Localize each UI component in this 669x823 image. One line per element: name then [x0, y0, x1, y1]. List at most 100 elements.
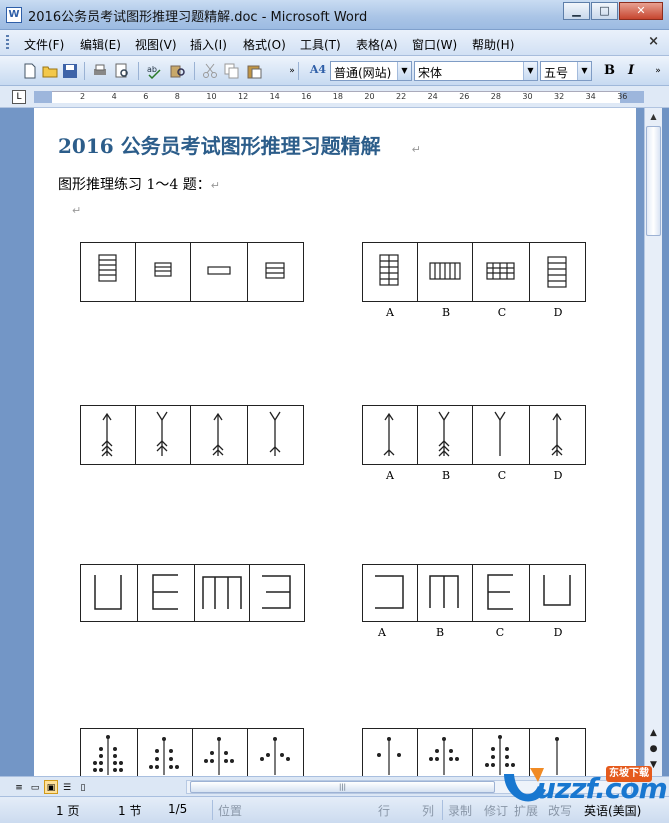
puzzle-figure	[80, 728, 138, 776]
menu-format[interactable]: 格式(O)	[243, 36, 286, 53]
paragraph-mark: ↵	[72, 204, 82, 217]
style-value: 普通(网站)	[334, 66, 392, 80]
menu-grip[interactable]	[6, 35, 9, 51]
option-figure	[362, 242, 418, 302]
font-size-value: 五号	[544, 66, 569, 80]
research-icon[interactable]	[170, 63, 186, 79]
puzzle-figure	[247, 242, 304, 302]
print-layout-view-icon[interactable]: ▣	[44, 780, 58, 794]
chevron-down-icon[interactable]: ▼	[577, 62, 591, 80]
open-folder-icon[interactable]	[42, 63, 58, 79]
option-figure	[472, 242, 530, 302]
title-bar[interactable]: W 2016公务员考试图形推理习题精解.doc - Microsoft Word…	[0, 0, 669, 30]
right-frame	[636, 108, 644, 776]
menu-view[interactable]: 视图(V)	[135, 36, 177, 53]
vertical-scroll-thumb[interactable]	[646, 126, 661, 236]
previous-page-icon[interactable]: ▲	[645, 728, 662, 738]
option-figure	[472, 405, 530, 465]
ruler-tick-label: 32	[554, 92, 565, 101]
spelling-icon[interactable]: ab	[146, 63, 162, 80]
option-label-b: B	[435, 626, 445, 639]
ruler-tick-label: 26	[459, 92, 470, 101]
new-document-icon[interactable]	[22, 63, 38, 79]
menu-help[interactable]: 帮助(H)	[472, 36, 514, 53]
menu-edit[interactable]: 编辑(E)	[80, 36, 121, 53]
paste-icon[interactable]	[246, 63, 262, 79]
web-view-icon[interactable]: ▭	[28, 780, 42, 794]
svg-text:ab: ab	[147, 65, 157, 74]
menu-tools[interactable]: 工具(T)	[300, 36, 341, 53]
ruler-tick-label: 8	[174, 92, 180, 101]
italic-button[interactable]: I	[628, 63, 634, 78]
horizontal-scroll-thumb[interactable]: |||	[190, 781, 495, 793]
option-figure	[362, 405, 418, 465]
browse-object-icon[interactable]: ●	[645, 744, 662, 754]
word-app-icon[interactable]: W	[6, 7, 22, 23]
puzzle-figure	[190, 242, 248, 302]
copy-icon[interactable]	[224, 63, 240, 79]
chevron-down-icon[interactable]: ▼	[397, 62, 411, 80]
toolbar-overflow-icon[interactable]: »	[650, 63, 666, 79]
status-section: 1 节	[118, 804, 142, 818]
print-preview-icon[interactable]	[114, 63, 130, 79]
outline-view-icon[interactable]: ☰	[60, 780, 74, 794]
option-figure	[362, 564, 418, 622]
reading-view-icon[interactable]: ▯	[76, 780, 90, 794]
tab-selector[interactable]: L	[12, 90, 26, 104]
document-title-text: 2016 公务员考试图形推理习题精解	[58, 134, 381, 158]
option-figure	[417, 564, 473, 622]
cut-icon[interactable]	[202, 63, 218, 79]
ruler-tick-label: 10	[206, 92, 217, 101]
puzzle-figure	[194, 564, 250, 622]
maximize-button[interactable]: □	[591, 2, 618, 20]
option-label-a: A	[378, 626, 386, 639]
bold-button[interactable]: B	[604, 63, 615, 78]
menu-table[interactable]: 表格(A)	[356, 36, 398, 53]
close-document-button[interactable]: ×	[648, 34, 659, 49]
normal-view-icon[interactable]: ≡	[12, 780, 26, 794]
font-dropdown[interactable]: 宋体 ▼	[414, 61, 538, 81]
paragraph-mark: ↵	[411, 143, 421, 156]
ruler-tick-label: 20	[364, 92, 375, 101]
document-page[interactable]: 2016 公务员考试图形推理习题精解 ↵ 图形推理练习 1～4 题：↵ ↵ A …	[34, 108, 636, 776]
horizontal-ruler[interactable]: L 2 4 6 8 10 12 14 16 18 20 22 24 26 28 30 32 34 36	[0, 86, 669, 108]
vertical-scrollbar[interactable]: ▲ ▲ ● ▼	[644, 108, 662, 776]
ruler-tick-label: 4	[111, 92, 117, 101]
close-button[interactable]: ✕	[619, 2, 663, 20]
toolbar: ab » A4 普通(网站) ▼ 宋体 ▼ 五号 ▼ B I »	[0, 56, 669, 86]
puzzle-figure	[137, 728, 193, 776]
status-divider	[212, 800, 213, 820]
save-icon[interactable]	[62, 63, 78, 79]
styles-formatting-icon[interactable]: A4	[306, 63, 330, 79]
option-figure	[529, 405, 586, 465]
puzzle-figure	[135, 405, 191, 465]
option-label-d: D	[553, 306, 563, 319]
document-title: 2016 公务员考试图形推理习题精解 ↵	[58, 130, 421, 159]
toolbar-separator	[298, 62, 299, 80]
minimize-button[interactable]: ▁	[563, 2, 590, 20]
option-figure	[529, 564, 586, 622]
font-value: 宋体	[418, 66, 443, 80]
scroll-up-arrow-icon[interactable]: ▲	[645, 108, 662, 125]
menu-file[interactable]: 文件(F)	[24, 36, 64, 53]
ruler-tick-label: 28	[490, 92, 501, 101]
toolbar-separator	[84, 62, 85, 80]
status-position: 位置	[218, 804, 243, 818]
print-icon[interactable]	[92, 63, 108, 79]
status-record[interactable]: 录制	[448, 802, 472, 819]
status-line: 行	[378, 804, 391, 818]
toolbar-separator	[194, 62, 195, 80]
chevron-down-icon[interactable]: ▼	[523, 62, 537, 80]
ruler-tick-label: 12	[238, 92, 249, 101]
ruler-tick-label: 18	[332, 92, 343, 101]
style-dropdown[interactable]: 普通(网站) ▼	[330, 61, 412, 81]
menu-insert[interactable]: 插入(I)	[190, 36, 227, 53]
font-size-dropdown[interactable]: 五号 ▼	[540, 61, 592, 81]
ruler-left-margin[interactable]	[34, 91, 52, 103]
puzzle-figure	[137, 564, 195, 622]
option-label-a: A	[386, 306, 394, 319]
menu-window[interactable]: 窗口(W)	[412, 36, 457, 53]
option-label-c: C	[495, 626, 505, 639]
option-figure	[417, 405, 473, 465]
option-label-d: D	[553, 626, 563, 639]
